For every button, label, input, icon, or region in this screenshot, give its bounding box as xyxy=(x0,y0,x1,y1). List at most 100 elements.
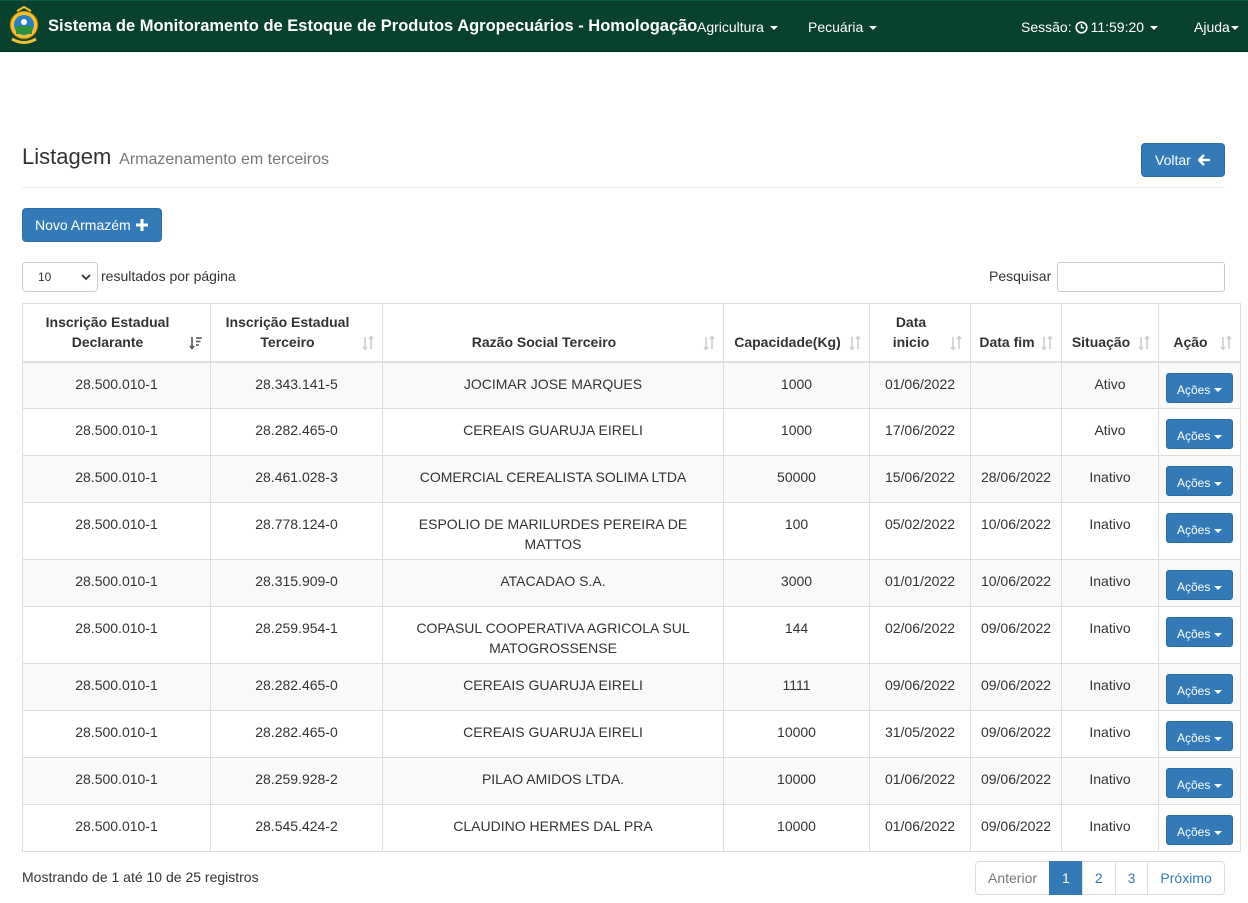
page-subtitle: Armazenamento em terceiros xyxy=(119,151,330,168)
cell-razao-social: PILAO AMIDOS LTDA. xyxy=(382,757,724,805)
caret-down-icon xyxy=(1214,783,1223,788)
state-coat-of-arms-icon[interactable] xyxy=(8,6,40,46)
cell-ie-terceiro: 28.282.465-0 xyxy=(210,408,383,456)
cell-ie-declarante: 28.500.010-1 xyxy=(22,606,211,664)
cell-ie-declarante: 28.500.010-1 xyxy=(22,804,211,852)
pagination-next[interactable]: Próximo xyxy=(1147,861,1225,895)
column-header[interactable]: Inscrição Estadual Terceiro xyxy=(210,303,383,363)
cell-data-inicio: 01/06/2022 xyxy=(869,361,971,409)
actions-dropdown-button[interactable]: Ações xyxy=(1166,513,1233,543)
cell-capacidade: 3000 xyxy=(723,559,870,607)
search-input[interactable] xyxy=(1057,262,1225,292)
cell-razao-social: CLAUDINO HERMES DAL PRA xyxy=(382,804,724,852)
column-header[interactable]: Data fim xyxy=(970,303,1062,363)
column-header[interactable]: Ação xyxy=(1158,303,1241,363)
actions-dropdown-button[interactable]: Ações xyxy=(1166,617,1233,647)
cell-acao: Ações xyxy=(1158,606,1241,664)
warehouse-table: Inscrição Estadual Declarante Inscrição E… xyxy=(22,303,1241,852)
pagination-previous[interactable]: Anterior xyxy=(975,861,1051,895)
actions-dropdown-button[interactable]: Ações xyxy=(1166,815,1233,845)
actions-dropdown-button[interactable]: Ações xyxy=(1166,372,1233,403)
table-header-row: Inscrição Estadual Declarante Inscrição E… xyxy=(22,303,1241,363)
pagination-page-1[interactable]: 1 xyxy=(1049,861,1083,895)
menu-pecuaria[interactable]: Pecuária xyxy=(808,19,878,35)
caret-down-icon xyxy=(1214,481,1223,486)
help-menu[interactable]: Ajuda xyxy=(1194,19,1239,35)
column-header[interactable]: Situação xyxy=(1061,303,1159,363)
cell-capacidade: 100 xyxy=(723,502,870,560)
plus-icon xyxy=(135,219,148,231)
cell-data-inicio: 01/06/2022 xyxy=(869,757,971,805)
cell-data-fim xyxy=(970,361,1062,409)
cell-ie-declarante: 28.500.010-1 xyxy=(22,757,211,805)
caret-down-icon xyxy=(869,26,878,31)
column-header-label: Razão Social Terceiro xyxy=(471,333,617,350)
actions-dropdown-button[interactable]: Ações xyxy=(1166,768,1233,798)
cell-ie-terceiro: 28.778.124-0 xyxy=(210,502,383,560)
caret-down-icon xyxy=(1214,528,1223,533)
cell-ie-terceiro: 28.545.424-2 xyxy=(210,804,383,852)
sort-icon xyxy=(950,335,962,350)
column-header-label: Data fim xyxy=(979,333,1035,350)
pagination-page-3[interactable]: 3 xyxy=(1114,861,1149,895)
page-length-select[interactable]: 10 xyxy=(22,262,98,292)
cell-data-inicio: 02/06/2022 xyxy=(869,606,971,664)
session-menu[interactable]: Sessão: 11:59:20 xyxy=(1021,19,1159,35)
cell-acao: Ações xyxy=(1158,361,1241,409)
cell-data-inicio: 05/02/2022 xyxy=(869,502,971,560)
cell-ie-terceiro: 28.259.928-2 xyxy=(210,757,383,805)
cell-ie-terceiro: 28.282.465-0 xyxy=(210,663,383,711)
caret-down-icon xyxy=(1214,689,1223,694)
cell-data-fim: 28/06/2022 xyxy=(970,455,1062,503)
column-header[interactable]: Razão Social Terceiro xyxy=(382,303,724,363)
table-body: 28.500.010-1 28.343.141-5 JOCIMAR JOSE MAR… xyxy=(22,361,1241,852)
caret-down-icon xyxy=(1214,632,1223,637)
actions-button-label: Ações xyxy=(1177,731,1211,745)
actions-dropdown-button[interactable]: Ações xyxy=(1166,419,1233,449)
cell-acao: Ações xyxy=(1158,408,1241,456)
sort-icon xyxy=(703,335,715,350)
sort-icon xyxy=(1041,335,1053,350)
table-row: 28.500.010-1 28.461.028-3 COMERCIAL CEREAL… xyxy=(22,455,1241,503)
table-info: Mostrando de 1 até 10 de 25 registros xyxy=(22,869,259,885)
cell-ie-declarante: 28.500.010-1 xyxy=(22,361,211,409)
menu-pecuaria-label: Pecuária xyxy=(808,19,864,35)
actions-button-label: Ações xyxy=(1177,382,1211,397)
cell-ie-terceiro: 28.282.465-0 xyxy=(210,710,383,758)
cell-data-fim: 10/06/2022 xyxy=(970,559,1062,607)
new-warehouse-button[interactable]: Novo Armazém xyxy=(22,208,162,242)
actions-dropdown-button[interactable]: Ações xyxy=(1166,674,1233,704)
cell-situacao: Inativo xyxy=(1061,804,1159,852)
cell-data-inicio: 01/06/2022 xyxy=(869,804,971,852)
cell-razao-social: COPASUL COOPERATIVA AGRICOLA SUL MATOGRO… xyxy=(382,606,724,664)
caret-down-icon xyxy=(1214,388,1223,393)
column-header[interactable]: Data inicio xyxy=(869,303,971,363)
actions-dropdown-button[interactable]: Ações xyxy=(1166,570,1233,600)
column-header-label: Situação xyxy=(1071,333,1131,350)
column-header-label: Data inicio xyxy=(892,313,930,350)
cell-ie-declarante: 28.500.010-1 xyxy=(22,502,211,560)
app-title[interactable]: Sistema de Monitoramento de Estoque de P… xyxy=(48,17,697,36)
column-header[interactable]: Capacidade(Kg) xyxy=(723,303,870,363)
pagination-page-2[interactable]: 2 xyxy=(1081,861,1116,895)
cell-data-inicio: 17/06/2022 xyxy=(869,408,971,456)
cell-acao: Ações xyxy=(1158,502,1241,560)
cell-acao: Ações xyxy=(1158,804,1241,852)
actions-dropdown-button[interactable]: Ações xyxy=(1166,721,1233,751)
actions-dropdown-button[interactable]: Ações xyxy=(1166,466,1233,496)
page-length-value: 10 xyxy=(38,270,52,284)
page-length-label: resultados por página xyxy=(101,268,236,284)
back-button[interactable]: Voltar xyxy=(1141,143,1225,177)
column-header-label: Ação xyxy=(1173,333,1208,350)
column-header[interactable]: Inscrição Estadual Declarante xyxy=(22,303,211,363)
top-navbar: Sistema de Monitoramento de Estoque de P… xyxy=(0,0,1248,52)
cell-situacao: Inativo xyxy=(1061,502,1159,560)
cell-ie-declarante: 28.500.010-1 xyxy=(22,408,211,456)
menu-agricultura[interactable]: Agricultura xyxy=(697,19,778,35)
session-time: 11:59:20 xyxy=(1090,19,1145,35)
sort-desc-icon xyxy=(189,336,202,350)
table-row: 28.500.010-1 28.545.424-2 CLAUDINO HERMES … xyxy=(22,804,1241,852)
table-row: 28.500.010-1 28.282.465-0 CEREAIS GUARUJA … xyxy=(22,663,1241,711)
cell-razao-social: ATACADAO S.A. xyxy=(382,559,724,607)
chevron-down-icon xyxy=(81,274,91,281)
